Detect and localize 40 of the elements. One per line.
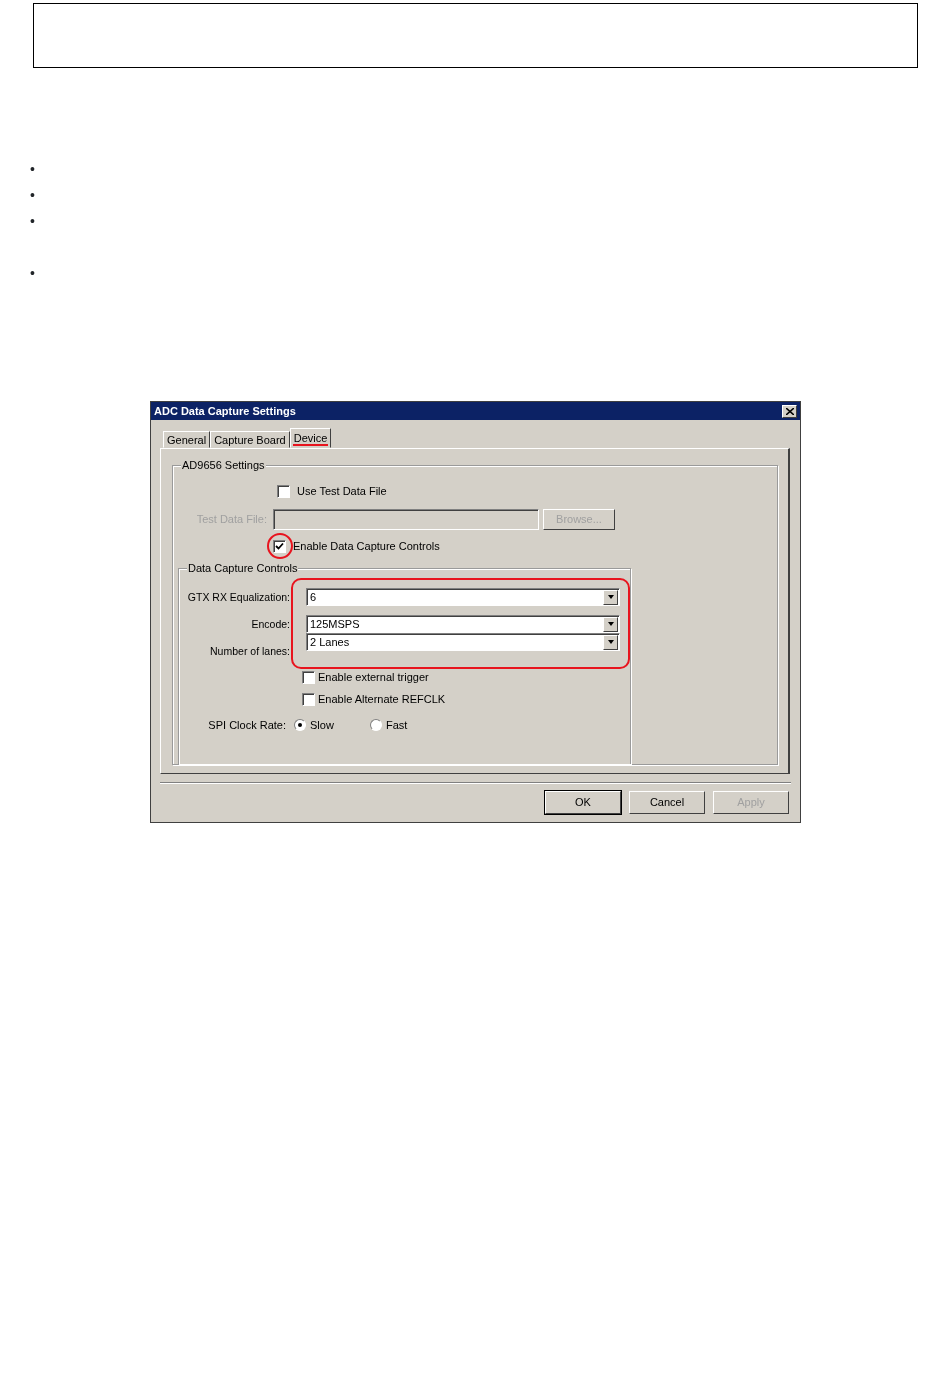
field-label: Encode: [250,617,290,632]
radio-button[interactable] [294,719,306,731]
dropdown-button[interactable] [603,589,618,605]
checkbox[interactable] [273,539,286,553]
checkbox-label: Enable Data Capture Controls [293,538,440,554]
caret-icon [607,622,614,626]
bullet: • [30,265,35,281]
radio-label: Fast [386,717,408,733]
group-title: Data Capture Controls [187,561,299,575]
tab[interactable]: Capture Board [210,431,290,448]
radio-label: Slow [310,717,335,733]
dialog-button[interactable]: OK [545,791,621,814]
window-title: ADC Data Capture Settings [154,403,296,419]
checkbox-label: Use Test Data File [297,483,387,499]
dropdown-field[interactable]: 125MSPS [306,615,620,633]
dialog-button[interactable]: Cancel [629,791,705,814]
dropdown-button[interactable] [603,616,618,632]
dropdown-button[interactable] [603,634,618,650]
field-label: GTX RX Equalization: [186,590,290,605]
checkbox[interactable] [302,670,315,684]
group-title: AD9656 Settings [181,458,266,472]
close-button[interactable] [782,404,797,418]
tab[interactable]: Device [289,428,332,448]
bullet: • [30,187,35,203]
field-label: SPI Clock Rate: [207,717,287,733]
caret-icon [607,640,614,644]
field-label: Number of lanes: [209,644,290,659]
check-icon [275,541,284,551]
bullet: • [30,213,35,229]
checkbox-label: Enable Alternate REFCLK [318,691,446,707]
close-icon [785,407,794,415]
checkbox[interactable] [302,692,315,706]
checkbox-label: Enable external trigger [318,669,429,685]
caret-icon [607,595,614,599]
dropdown-field[interactable]: 2 Lanes [306,633,620,651]
radio-button[interactable] [370,719,382,731]
dropdown-field[interactable]: 6 [306,588,620,606]
bullet: • [30,161,35,177]
tab[interactable]: General [163,431,211,448]
checkbox[interactable] [277,484,290,498]
